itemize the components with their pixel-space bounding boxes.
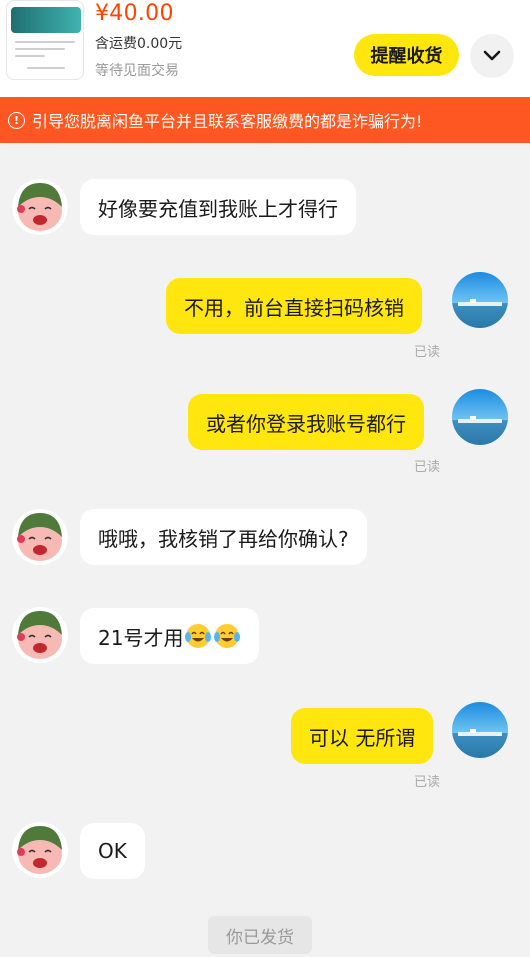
- read-receipt: 已读: [414, 460, 441, 475]
- remind-receipt-button[interactable]: 提醒收货: [354, 34, 459, 76]
- order-header: ¥40.00 含运费0.00元 等待见面交易 提醒收货: [0, 0, 530, 97]
- my-avatar[interactable]: [452, 272, 508, 328]
- read-receipt: 已读: [414, 775, 441, 790]
- message-bubble[interactable]: 21号才用: [80, 608, 260, 664]
- message-bubble[interactable]: 哦哦，我核销了再给你确认?: [80, 509, 367, 565]
- contact-avatar[interactable]: [12, 822, 68, 878]
- message-bubble[interactable]: 可以 无所谓: [291, 708, 434, 764]
- my-avatar[interactable]: [452, 702, 508, 758]
- contact-avatar[interactable]: [12, 607, 68, 663]
- tears-of-joy-emoji: [185, 624, 212, 648]
- my-avatar[interactable]: [452, 389, 508, 445]
- order-price: ¥40.00: [95, 1, 174, 26]
- contact-avatar[interactable]: [12, 509, 68, 565]
- contact-avatar[interactable]: [12, 179, 68, 235]
- message-bubble[interactable]: OK: [80, 823, 145, 879]
- expand-button[interactable]: [470, 34, 514, 78]
- warning-text: 引导您脱离闲鱼平台并且联系客服缴费的都是诈骗行为!: [32, 112, 423, 131]
- chevron-down-icon: [483, 50, 501, 61]
- tears-of-joy-emoji: [214, 624, 241, 648]
- shipping-fee: 含运费0.00元: [95, 36, 183, 52]
- info-icon: !: [8, 111, 25, 129]
- read-receipt: 已读: [414, 345, 441, 360]
- trade-status: 等待见面交易: [95, 63, 179, 79]
- message-bubble[interactable]: 好像要充值到我账上才得行: [80, 179, 356, 235]
- product-thumbnail[interactable]: [6, 0, 84, 80]
- message-bubble[interactable]: 或者你登录我账号都行: [188, 394, 424, 450]
- message-text: 21号才用: [98, 625, 184, 650]
- fraud-warning-banner: ! 引导您脱离闲鱼平台并且联系客服缴费的都是诈骗行为!: [0, 97, 530, 143]
- message-bubble[interactable]: 不用，前台直接扫码核销: [166, 278, 422, 334]
- shipped-status-label: 你已发货: [208, 916, 312, 954]
